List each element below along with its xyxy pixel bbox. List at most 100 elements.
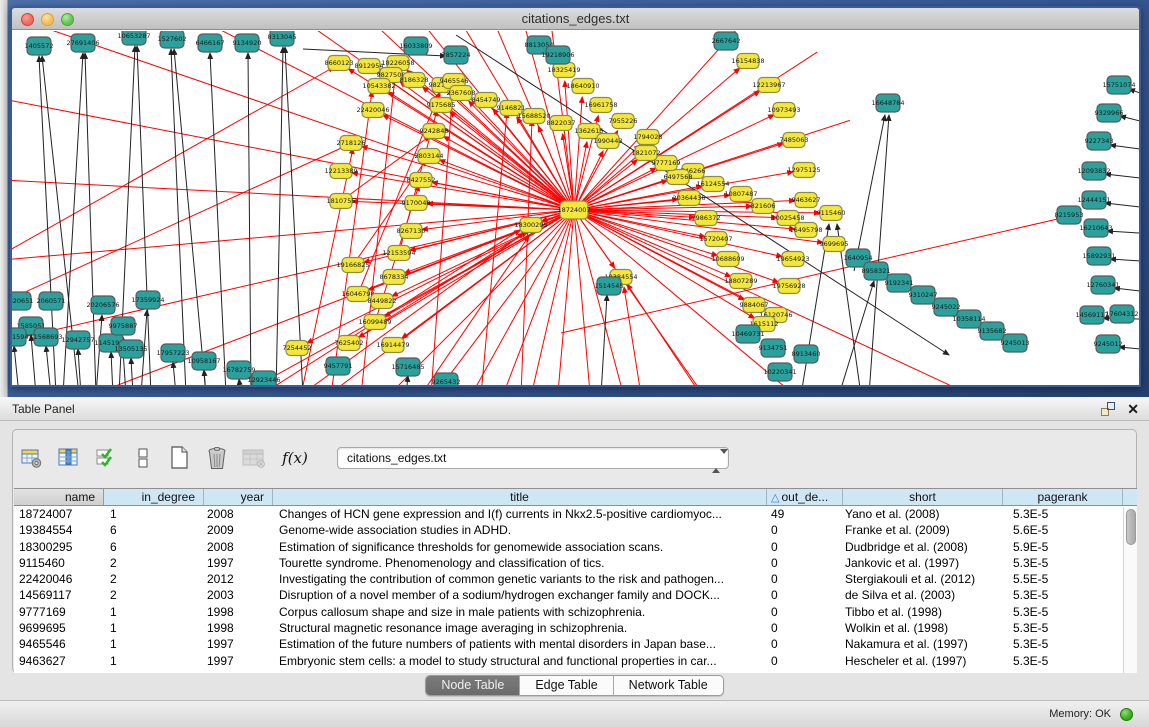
graph-node[interactable]: 9134751 — [759, 339, 788, 357]
graph-node[interactable]: 8913460 — [792, 345, 821, 363]
graph-node[interactable]: 15892931 — [1082, 247, 1115, 265]
graph-node[interactable]: 12923446 — [247, 371, 280, 385]
column-header-out_de[interactable]: △out_de... — [767, 489, 843, 505]
graph-node[interactable]: 2718126 — [337, 136, 366, 151]
hide-rows-button[interactable] — [130, 445, 156, 471]
graph-node[interactable]: 15716485 — [391, 358, 424, 376]
graph-node[interactable]: 7254452 — [283, 341, 312, 356]
graph-node[interactable]: 18724007 — [557, 201, 590, 219]
new-table-button[interactable] — [167, 445, 193, 471]
graph-node[interactable]: 9975887 — [109, 317, 138, 335]
graph-node[interactable]: 20364436 — [672, 191, 705, 206]
graph-node[interactable]: 9699695 — [820, 237, 849, 252]
graph-node[interactable]: 8660123 — [325, 56, 354, 71]
function-builder-button[interactable]: f(x) — [278, 445, 312, 471]
graph-node[interactable]: 12213389 — [324, 164, 357, 179]
table-settings-button[interactable] — [19, 445, 45, 471]
graph-node[interactable]: 16914479 — [376, 338, 409, 353]
graph-node[interactable]: 10469731 — [731, 325, 764, 343]
table-row[interactable]: 2242004622012Investigating the contribut… — [14, 571, 1137, 587]
import-table-button[interactable] — [241, 445, 267, 471]
tab-edge-table[interactable]: Edge Table — [520, 676, 613, 695]
graph-node[interactable]: 16210643 — [1079, 219, 1112, 237]
graph-node[interactable]: 8427552 — [407, 173, 436, 188]
graph-node[interactable]: 27691406 — [66, 34, 99, 52]
graph-node[interactable]: 10688609 — [711, 252, 744, 267]
graph-node[interactable]: 17957223 — [156, 344, 189, 362]
float-panel-icon[interactable] — [1101, 402, 1115, 416]
graph-node[interactable]: 8186328 — [400, 73, 429, 88]
graph-node[interactable]: 12942757 — [61, 331, 94, 349]
graph-node[interactable]: 821606 — [751, 199, 776, 214]
graph-node[interactable]: 16033809 — [399, 37, 432, 55]
column-header-year[interactable]: year — [204, 489, 273, 505]
table-row[interactable]: 1830029562008Estimation of significance … — [14, 539, 1137, 555]
graph-node[interactable]: 14569117 — [1075, 306, 1108, 324]
graph-node[interactable]: 9329966 — [1095, 104, 1124, 122]
graph-node[interactable]: 9265432 — [432, 373, 461, 385]
table-row[interactable]: 1938455462009Genome-wide association stu… — [14, 522, 1137, 538]
graph-node[interactable]: 19654923 — [776, 252, 809, 267]
graph-node[interactable]: 15751074 — [1102, 76, 1135, 94]
graph-node[interactable]: 9310247 — [909, 286, 938, 304]
graph-node[interactable]: 6466167 — [196, 34, 225, 52]
graph-node[interactable]: 9242848 — [420, 124, 449, 139]
select-all-rows-button[interactable] — [93, 445, 119, 471]
graph-node[interactable]: 1821072 — [632, 146, 661, 161]
table-row[interactable]: 946362711997Embryonic stem cells: a mode… — [14, 653, 1137, 669]
graph-node[interactable]: 2620651 — [12, 292, 33, 310]
graph-node[interactable]: 8958321 — [862, 262, 891, 280]
graph-node[interactable]: 8678334 — [380, 270, 409, 285]
graph-node[interactable]: 20206576 — [86, 296, 119, 314]
graph-node[interactable]: 9227343 — [1085, 132, 1114, 150]
graph-node[interactable]: 16154838 — [731, 54, 764, 69]
graph-node[interactable]: 17359924 — [131, 291, 164, 309]
graph-node[interactable]: 12760341 — [1086, 276, 1119, 294]
tab-node-table[interactable]: Node Table — [426, 676, 520, 695]
graph-node[interactable]: 7485063 — [780, 133, 809, 148]
graph-node[interactable]: 9245012 — [1094, 335, 1123, 353]
graph-node[interactable]: 9115460 — [817, 206, 846, 221]
graph-node[interactable]: 9134920 — [233, 34, 262, 52]
tab-network-table[interactable]: Network Table — [614, 676, 723, 695]
window-titlebar[interactable]: citations_edges.txt — [12, 8, 1139, 30]
column-header-pagerank[interactable]: pagerank — [1003, 489, 1123, 505]
graph-node[interactable]: 6497568 — [664, 170, 693, 185]
delete-table-button[interactable] — [204, 445, 230, 471]
graph-node[interactable]: 17604312 — [1105, 305, 1138, 323]
graph-node[interactable]: 7857224 — [442, 46, 471, 64]
graph-node[interactable]: 13505135 — [114, 340, 147, 358]
graph-node[interactable]: 1990443 — [594, 134, 623, 149]
graph-node[interactable]: 9245013 — [1001, 334, 1030, 352]
graph-node[interactable]: 8449822 — [368, 294, 397, 309]
close-panel-icon[interactable]: ✕ — [1127, 402, 1139, 416]
graph-node[interactable]: 16648784 — [871, 94, 904, 112]
table-row[interactable]: 1872400712008Changes of HCN gene express… — [14, 506, 1137, 522]
graph-node[interactable]: 9192341 — [885, 274, 914, 292]
scrollbar-thumb[interactable] — [1126, 509, 1136, 545]
graph-node[interactable]: 8822037 — [547, 116, 576, 131]
vertical-scrollbar[interactable] — [1123, 507, 1137, 673]
graph-node[interactable]: 1810755 — [327, 194, 356, 209]
graph-node[interactable]: 7986372 — [692, 211, 721, 226]
graph-node[interactable]: 9463627 — [792, 193, 821, 208]
graph-node[interactable]: 1405572 — [25, 37, 54, 55]
column-header-name[interactable]: name — [14, 489, 104, 505]
graph-node[interactable]: 9175685 — [427, 98, 456, 113]
graph-node[interactable]: 2060571 — [37, 292, 66, 310]
graph-node[interactable]: 19166825 — [336, 258, 369, 273]
show-columns-button[interactable] — [56, 445, 82, 471]
table-row[interactable]: 1456911722003Disruption of a novel membe… — [14, 587, 1137, 603]
graph-node[interactable]: 9135682 — [978, 322, 1007, 340]
graph-node[interactable]: 7955226 — [609, 114, 638, 129]
graph-node[interactable]: 12444151 — [1077, 191, 1110, 209]
graph-node[interactable]: 10958167 — [187, 352, 220, 370]
graph-node[interactable]: 18325419 — [547, 63, 580, 78]
graph-node[interactable]: 12213967 — [752, 78, 785, 93]
graph-node[interactable]: 7625402 — [335, 336, 364, 351]
network-graph-canvas[interactable]: 1872400718300295193845549170048842755228… — [12, 31, 1139, 385]
graph-node[interactable]: 9245022 — [932, 298, 961, 316]
table-row[interactable]: 946554611997Estimation of the future num… — [14, 636, 1137, 652]
graph-node[interactable]: 16961758 — [584, 98, 617, 113]
graph-node[interactable]: 8313045 — [268, 31, 297, 46]
